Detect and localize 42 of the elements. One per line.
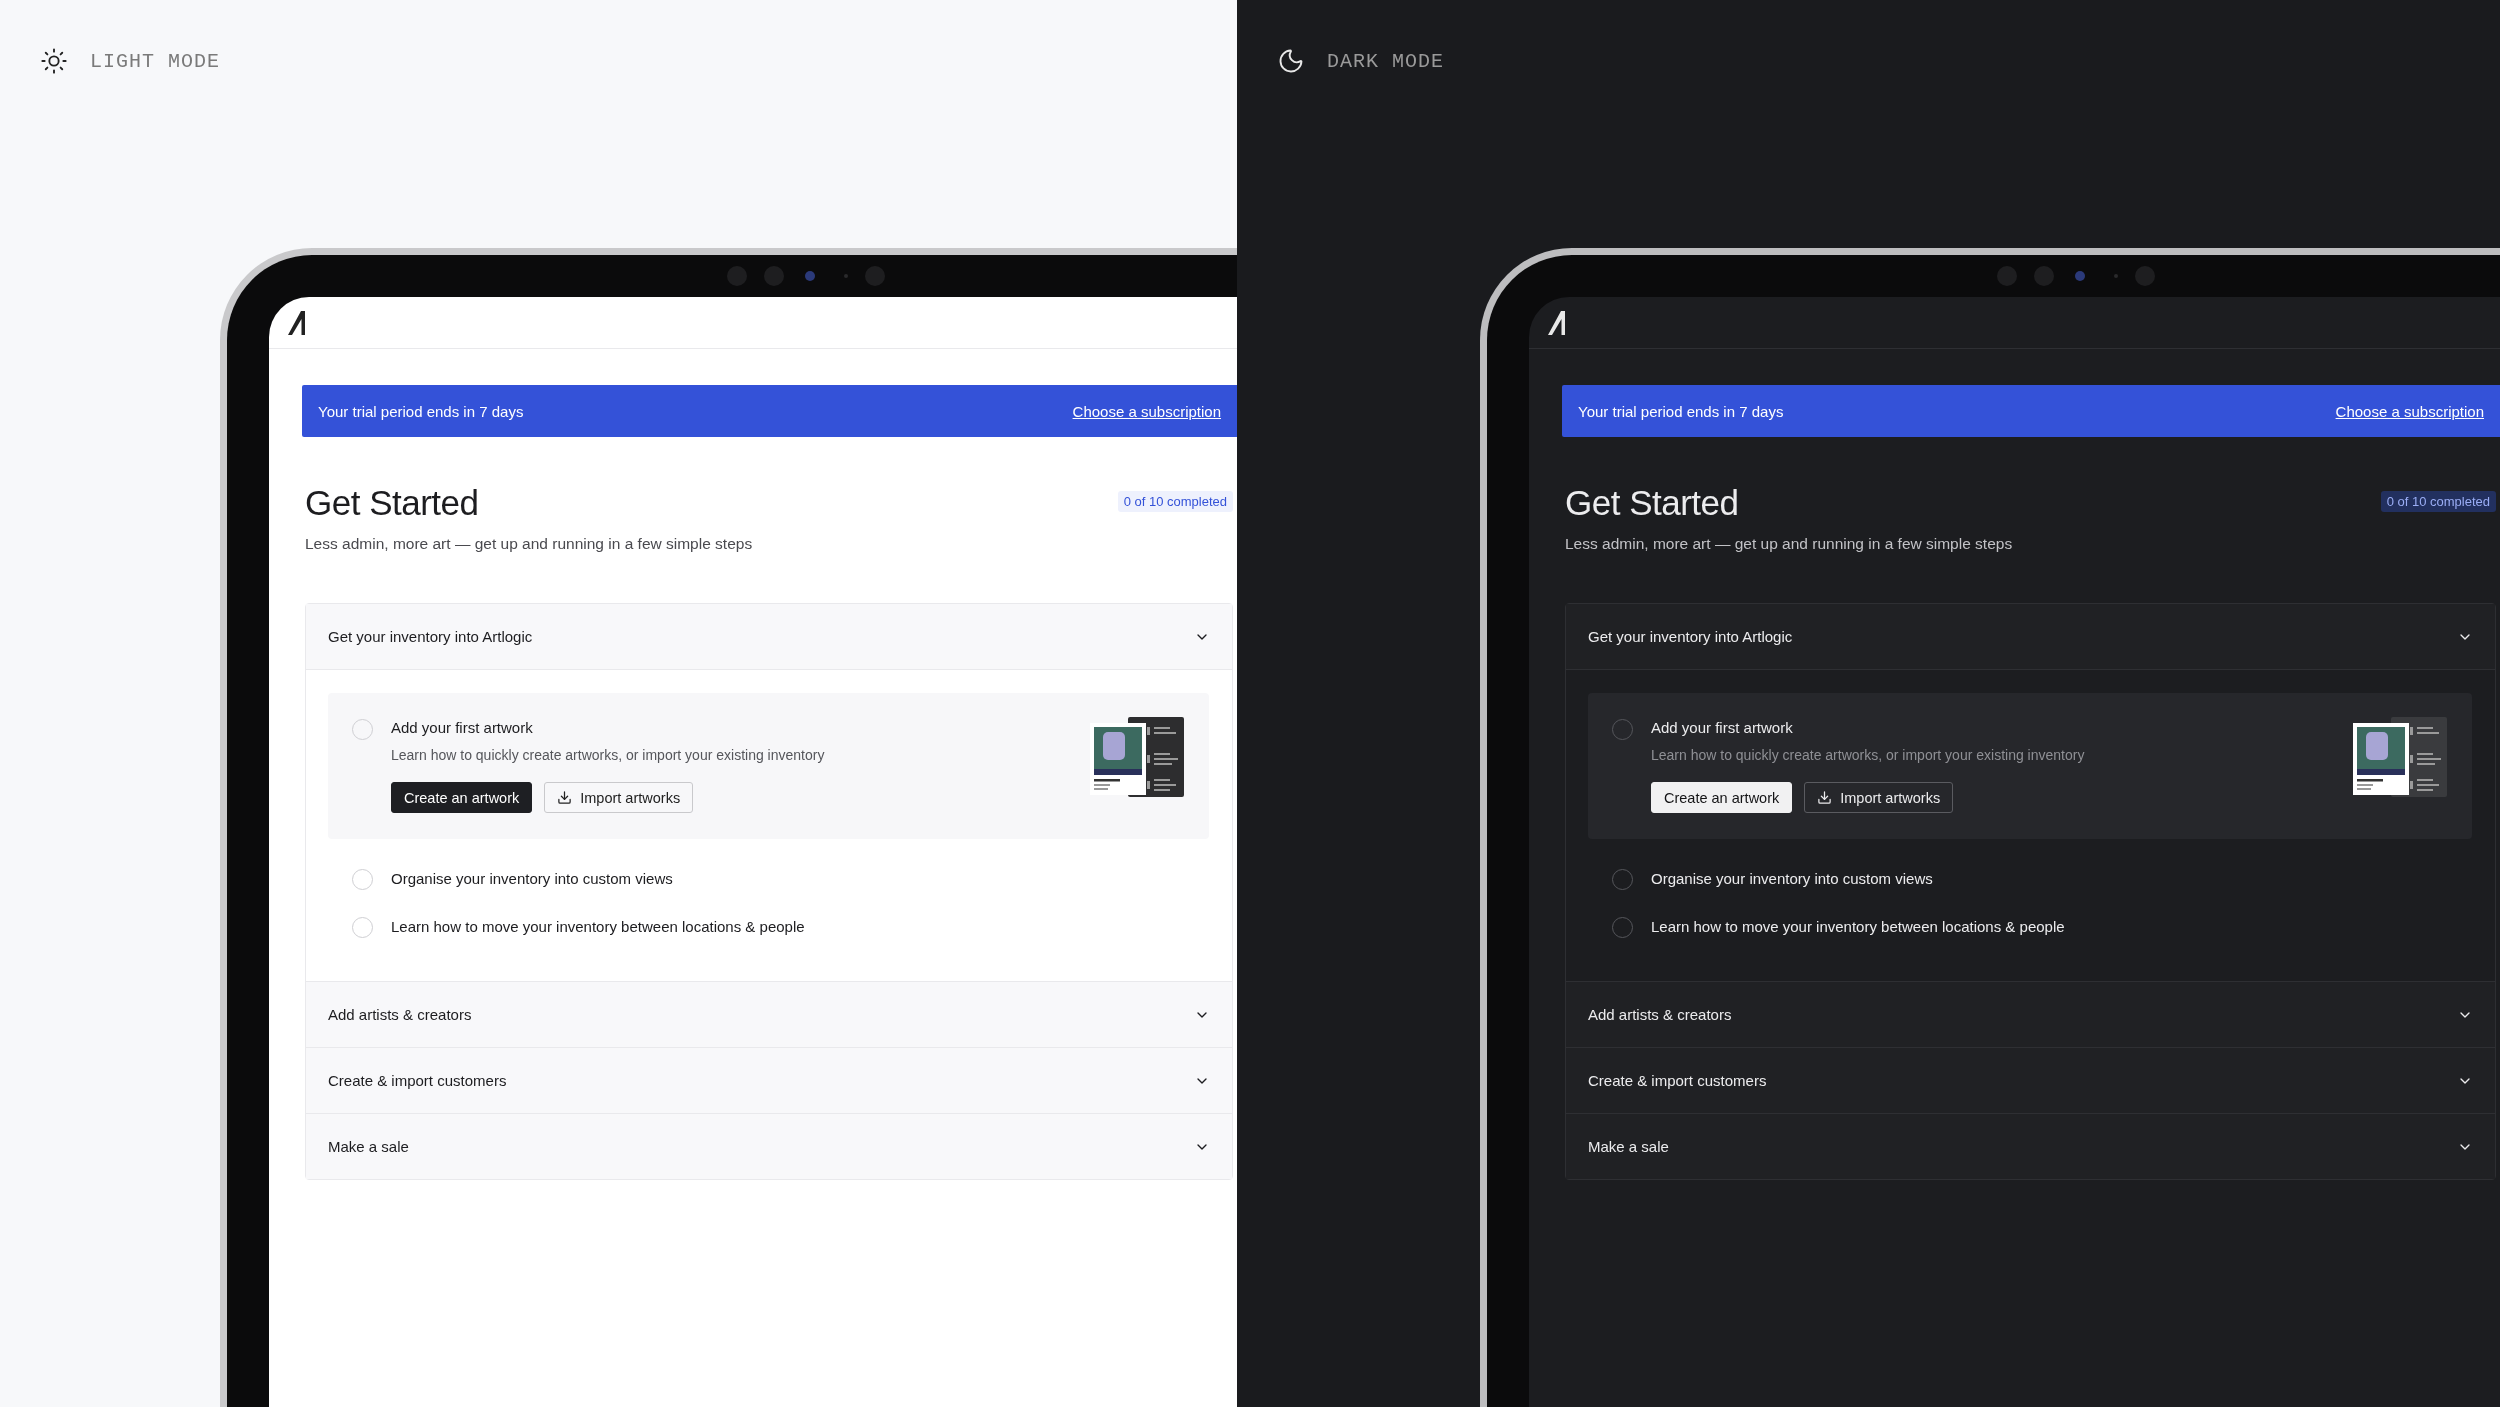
task-description: Learn how to quickly create artworks, or import your existing inventory <box>391 747 826 763</box>
section-header[interactable]: Get your inventory into Artlogic <box>306 604 1232 670</box>
task-row[interactable]: Organise your inventory into custom views <box>328 855 1209 903</box>
task-title: Organise your inventory into custom views <box>391 869 674 889</box>
page-subtitle: Less admin, more art — get up and running in a few simple steps <box>1565 535 2014 553</box>
banner-text: Your trial period ends in 7 days <box>318 402 524 420</box>
download-icon <box>557 790 573 805</box>
task-title: Learn how to move your inventory between locations & people <box>1651 917 2066 937</box>
task-row[interactable]: Learn how to move your inventory between locations & people <box>328 903 1209 951</box>
mode-label: DARK MODE <box>1327 49 1445 73</box>
sun-icon[interactable] <box>40 47 68 75</box>
mode-label: LIGHT MODE <box>90 49 221 73</box>
subscription-link[interactable]: Choose a subscription <box>2335 402 2484 420</box>
progress-badge: 0 of 10 completed <box>1117 491 1233 512</box>
import-button[interactable]: Import artworks <box>544 782 694 813</box>
banner-text: Your trial period ends in 7 days <box>1578 402 1784 420</box>
task-title: Organise your inventory into custom views <box>1651 869 1934 889</box>
section-header[interactable]: Make a sale <box>306 1113 1232 1179</box>
subscription-link[interactable]: Choose a subscription <box>1072 402 1221 420</box>
page-title: Get Started <box>1565 483 1739 523</box>
section-header[interactable]: Create & import customers <box>1566 1047 2495 1113</box>
page-title: Get Started <box>305 483 479 523</box>
progress-badge: 0 of 10 completed <box>2380 491 2496 512</box>
task-title: Add your first artwork <box>1651 718 1794 738</box>
create-button[interactable]: Create an artwork <box>1651 782 1793 813</box>
create-button[interactable]: Create an artwork <box>391 782 533 813</box>
section-header[interactable]: Get your inventory into Artlogic <box>1566 604 2495 670</box>
task-title: Learn how to move your inventory between locations & people <box>391 917 806 937</box>
section-header[interactable]: Make a sale <box>1566 1113 2495 1179</box>
task-title: Add your first artwork <box>391 718 534 738</box>
section-header[interactable]: Add artists & creators <box>1566 981 2495 1047</box>
import-button[interactable]: Import artworks <box>1804 782 1954 813</box>
download-icon <box>1817 790 1833 805</box>
task-card[interactable]: Add your first artwork Learn how to quickly create artworks, or import your existing inventory Create an artwork Import artworks <box>1588 693 2472 839</box>
moon-icon[interactable] <box>1277 47 1305 75</box>
section-header[interactable]: Create & import customers <box>306 1047 1232 1113</box>
task-row[interactable]: Organise your inventory into custom views <box>1588 855 2472 903</box>
page-subtitle: Less admin, more art — get up and running in a few simple steps <box>305 535 754 553</box>
task-description: Learn how to quickly create artworks, or import your existing inventory <box>1651 747 2086 763</box>
task-card[interactable]: Add your first artwork Learn how to quickly create artworks, or import your existing inventory Create an artwork Import artworks <box>328 693 1209 839</box>
task-row[interactable]: Learn how to move your inventory between locations & people <box>1588 903 2472 951</box>
section-header[interactable]: Add artists & creators <box>306 981 1232 1047</box>
